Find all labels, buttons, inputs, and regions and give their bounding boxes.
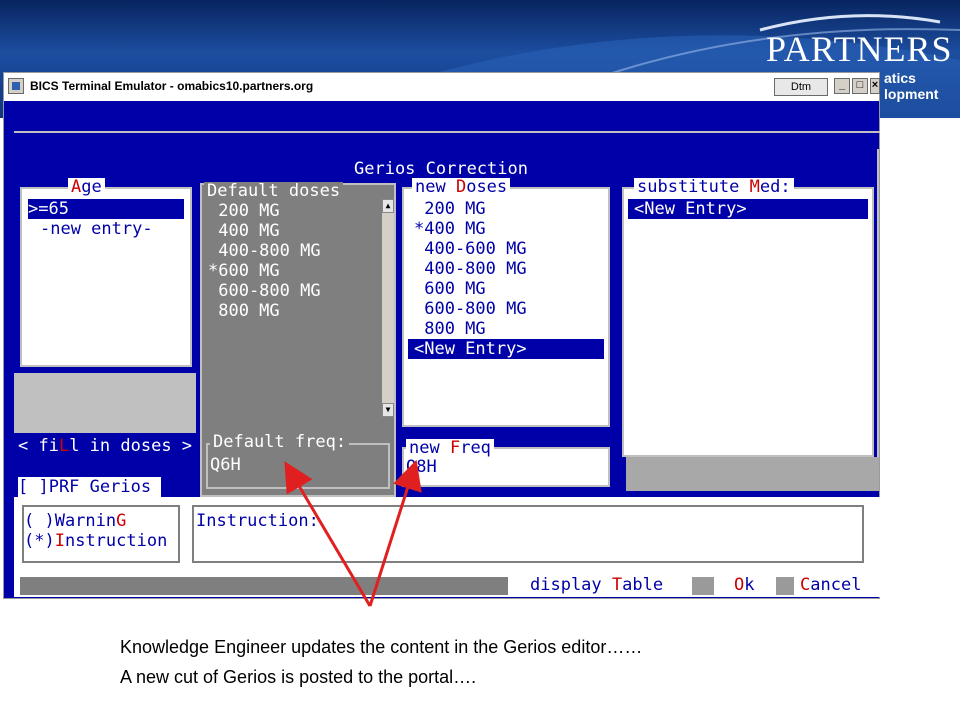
caption-line-1: Knowledge Engineer updates the content i… [120,637,643,657]
annotation-arrows [284,459,422,607]
arrow-to-new-freq [368,459,422,607]
arrow-to-default-freq [284,461,372,607]
caption-line-2: A new cut of Gerios is posted to the por… [120,667,477,687]
